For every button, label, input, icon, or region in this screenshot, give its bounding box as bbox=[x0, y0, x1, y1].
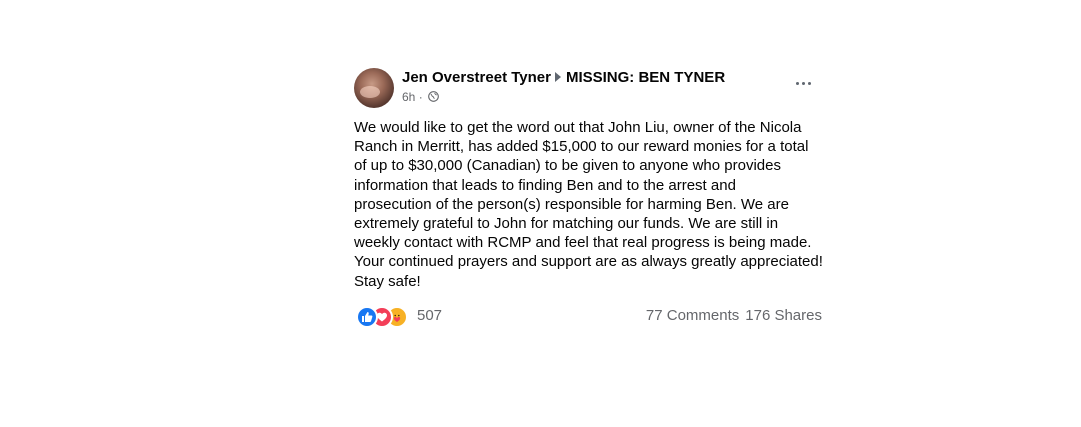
author-avatar[interactable] bbox=[354, 68, 394, 108]
avatar-photo-detail bbox=[360, 86, 380, 98]
like-icon bbox=[356, 305, 378, 328]
post-stats: 77 Comments 176 Shares bbox=[646, 307, 822, 325]
author-name-link[interactable]: Jen Overstreet Tyner bbox=[402, 69, 551, 86]
comments-count-link[interactable]: 77 Comments bbox=[646, 307, 739, 324]
meta-separator: · bbox=[418, 90, 423, 104]
shares-count-link[interactable]: 176 Shares bbox=[745, 307, 822, 324]
group-name-link[interactable]: MISSING: BEN TYNER bbox=[566, 69, 725, 86]
more-options-icon[interactable] bbox=[794, 76, 814, 90]
post-header: Jen Overstreet Tyner MISSING: BEN TYNER 6… bbox=[354, 66, 824, 110]
author-line: Jen Overstreet Tyner MISSING: BEN TYNER bbox=[402, 69, 725, 87]
post-meta: 6h · bbox=[402, 89, 439, 105]
globe-icon[interactable] bbox=[428, 91, 439, 102]
post-timestamp[interactable]: 6h bbox=[402, 90, 415, 104]
reaction-count[interactable]: 507 bbox=[417, 307, 442, 325]
feed-post: Jen Overstreet Tyner MISSING: BEN TYNER 6… bbox=[354, 66, 824, 328]
post-body-text: We would like to get the word out that J… bbox=[354, 119, 823, 290]
post-footer: 507 77 Comments 176 Shares bbox=[354, 305, 824, 328]
caret-right-icon bbox=[554, 72, 561, 82]
